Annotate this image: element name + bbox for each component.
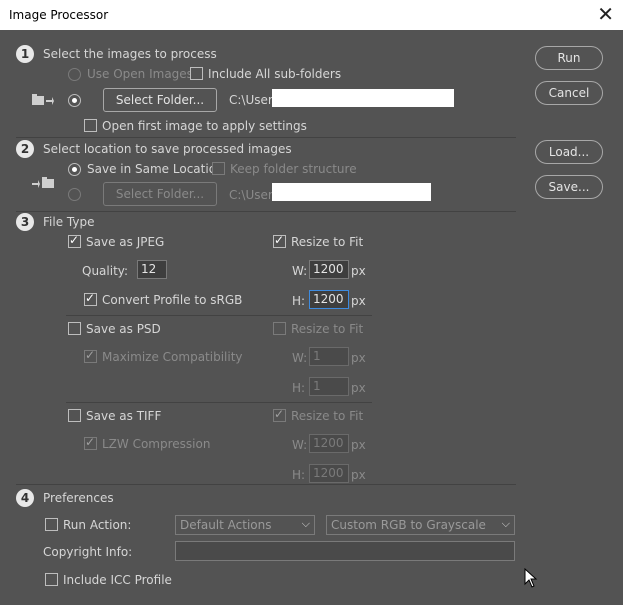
- jpeg-height-unit: px: [351, 294, 366, 308]
- tiff-width-label: W:: [292, 438, 308, 452]
- action-set-value: Default Actions: [180, 518, 272, 532]
- psd-resize-label: Resize to Fit: [291, 322, 364, 336]
- section-2-number: 2: [16, 140, 34, 158]
- source-path-field[interactable]: [272, 89, 454, 107]
- use-open-images-radio[interactable]: [68, 68, 81, 81]
- mouse-cursor-icon: [524, 567, 538, 588]
- select-destination-radio[interactable]: [68, 188, 81, 201]
- divider: [16, 137, 516, 138]
- divider: [16, 484, 516, 485]
- quality-label: Quality:: [82, 264, 129, 278]
- psd-width-unit: px: [351, 351, 366, 365]
- save-same-location-radio[interactable]: [68, 163, 81, 176]
- run-button[interactable]: Run: [535, 46, 603, 70]
- tiff-height-input[interactable]: 1200: [309, 464, 349, 483]
- copyright-input[interactable]: [175, 541, 515, 561]
- section-4-title: Preferences: [43, 491, 114, 505]
- save-as-psd-checkbox[interactable]: [68, 322, 81, 335]
- keep-folder-structure-checkbox[interactable]: [212, 162, 225, 175]
- tiff-height-unit: px: [351, 468, 366, 482]
- divider: [66, 402, 372, 403]
- jpeg-width-unit: px: [351, 264, 366, 278]
- psd-resize-checkbox[interactable]: [273, 322, 286, 335]
- jpeg-height-input[interactable]: 1200: [309, 290, 349, 309]
- include-icc-label: Include ICC Profile: [63, 573, 172, 587]
- section-1-title: Select the images to process: [43, 47, 217, 61]
- destination-folder-icon: [32, 177, 54, 191]
- select-destination-folder-button[interactable]: Select Folder...: [103, 182, 217, 206]
- psd-height-unit: px: [351, 381, 366, 395]
- action-set-select[interactable]: Default Actions ⌵: [175, 515, 315, 535]
- copyright-label: Copyright Info:: [43, 545, 133, 559]
- action-value: Custom RGB to Grayscale: [331, 518, 486, 532]
- destination-path-field[interactable]: [272, 183, 431, 201]
- lzw-compression-checkbox[interactable]: [84, 435, 97, 450]
- include-icc-checkbox[interactable]: [45, 573, 58, 586]
- run-action-checkbox[interactable]: [45, 518, 58, 531]
- title-bar: Image Processor ✕: [0, 0, 623, 30]
- save-as-psd-label: Save as PSD: [86, 322, 161, 336]
- jpeg-resize-checkbox[interactable]: [273, 233, 286, 248]
- open-first-image-checkbox[interactable]: [84, 119, 97, 132]
- select-source-folder-button[interactable]: Select Folder...: [103, 88, 217, 112]
- jpeg-height-label: H:: [292, 294, 306, 308]
- include-subfolders-checkbox[interactable]: [190, 67, 203, 80]
- tiff-height-label: H:: [292, 468, 306, 482]
- tiff-width-unit: px: [351, 438, 366, 452]
- quality-input[interactable]: 12: [137, 260, 167, 279]
- section-4-number: 4: [16, 489, 34, 507]
- section-1-number: 1: [16, 45, 34, 63]
- select-folder-radio[interactable]: [68, 94, 81, 107]
- dialog-body: 1 Select the images to process Use Open …: [0, 30, 623, 605]
- tiff-resize-checkbox[interactable]: [273, 407, 286, 422]
- maximize-compatibility-checkbox[interactable]: [84, 348, 97, 363]
- divider: [16, 211, 516, 212]
- close-icon[interactable]: ✕: [597, 4, 614, 24]
- chevron-down-icon: ⌵: [301, 517, 310, 530]
- psd-width-input[interactable]: 1: [309, 347, 349, 366]
- source-folder-icon: [32, 94, 54, 108]
- psd-width-label: W:: [292, 351, 308, 365]
- use-open-images-label: Use Open Images: [87, 67, 193, 81]
- maximize-compatibility-label: Maximize Compatibility: [102, 350, 243, 364]
- load-button[interactable]: Load...: [535, 140, 603, 164]
- jpeg-width-input[interactable]: 1200: [309, 260, 349, 279]
- cancel-button[interactable]: Cancel: [535, 81, 603, 105]
- divider: [66, 315, 372, 316]
- tiff-resize-label: Resize to Fit: [291, 409, 364, 423]
- include-subfolders-label: Include All sub-folders: [208, 67, 342, 81]
- save-button[interactable]: Save...: [535, 175, 603, 199]
- convert-srgb-label: Convert Profile to sRGB: [102, 293, 243, 307]
- convert-srgb-checkbox[interactable]: [84, 291, 97, 306]
- section-2-title: Select location to save processed images: [43, 142, 292, 156]
- action-select[interactable]: Custom RGB to Grayscale ⌵: [326, 515, 515, 535]
- section-3-title: File Type: [43, 215, 95, 229]
- psd-height-input[interactable]: 1: [309, 377, 349, 396]
- jpeg-width-label: W:: [292, 264, 308, 278]
- save-same-location-label: Save in Same Location: [87, 162, 224, 176]
- save-as-jpeg-checkbox[interactable]: [68, 233, 81, 248]
- jpeg-resize-label: Resize to Fit: [291, 235, 364, 249]
- run-action-label: Run Action:: [63, 518, 132, 532]
- window-title: Image Processor: [9, 8, 109, 22]
- section-3-number: 3: [16, 213, 34, 231]
- save-as-tiff-checkbox[interactable]: [68, 409, 81, 422]
- keep-folder-structure-label: Keep folder structure: [230, 162, 357, 176]
- save-as-jpeg-label: Save as JPEG: [86, 235, 165, 249]
- open-first-image-label: Open first image to apply settings: [102, 119, 307, 133]
- tiff-width-input[interactable]: 1200: [309, 434, 349, 453]
- save-as-tiff-label: Save as TIFF: [86, 409, 162, 423]
- lzw-compression-label: LZW Compression: [102, 437, 211, 451]
- psd-height-label: H:: [292, 381, 306, 395]
- chevron-down-icon: ⌵: [501, 517, 510, 530]
